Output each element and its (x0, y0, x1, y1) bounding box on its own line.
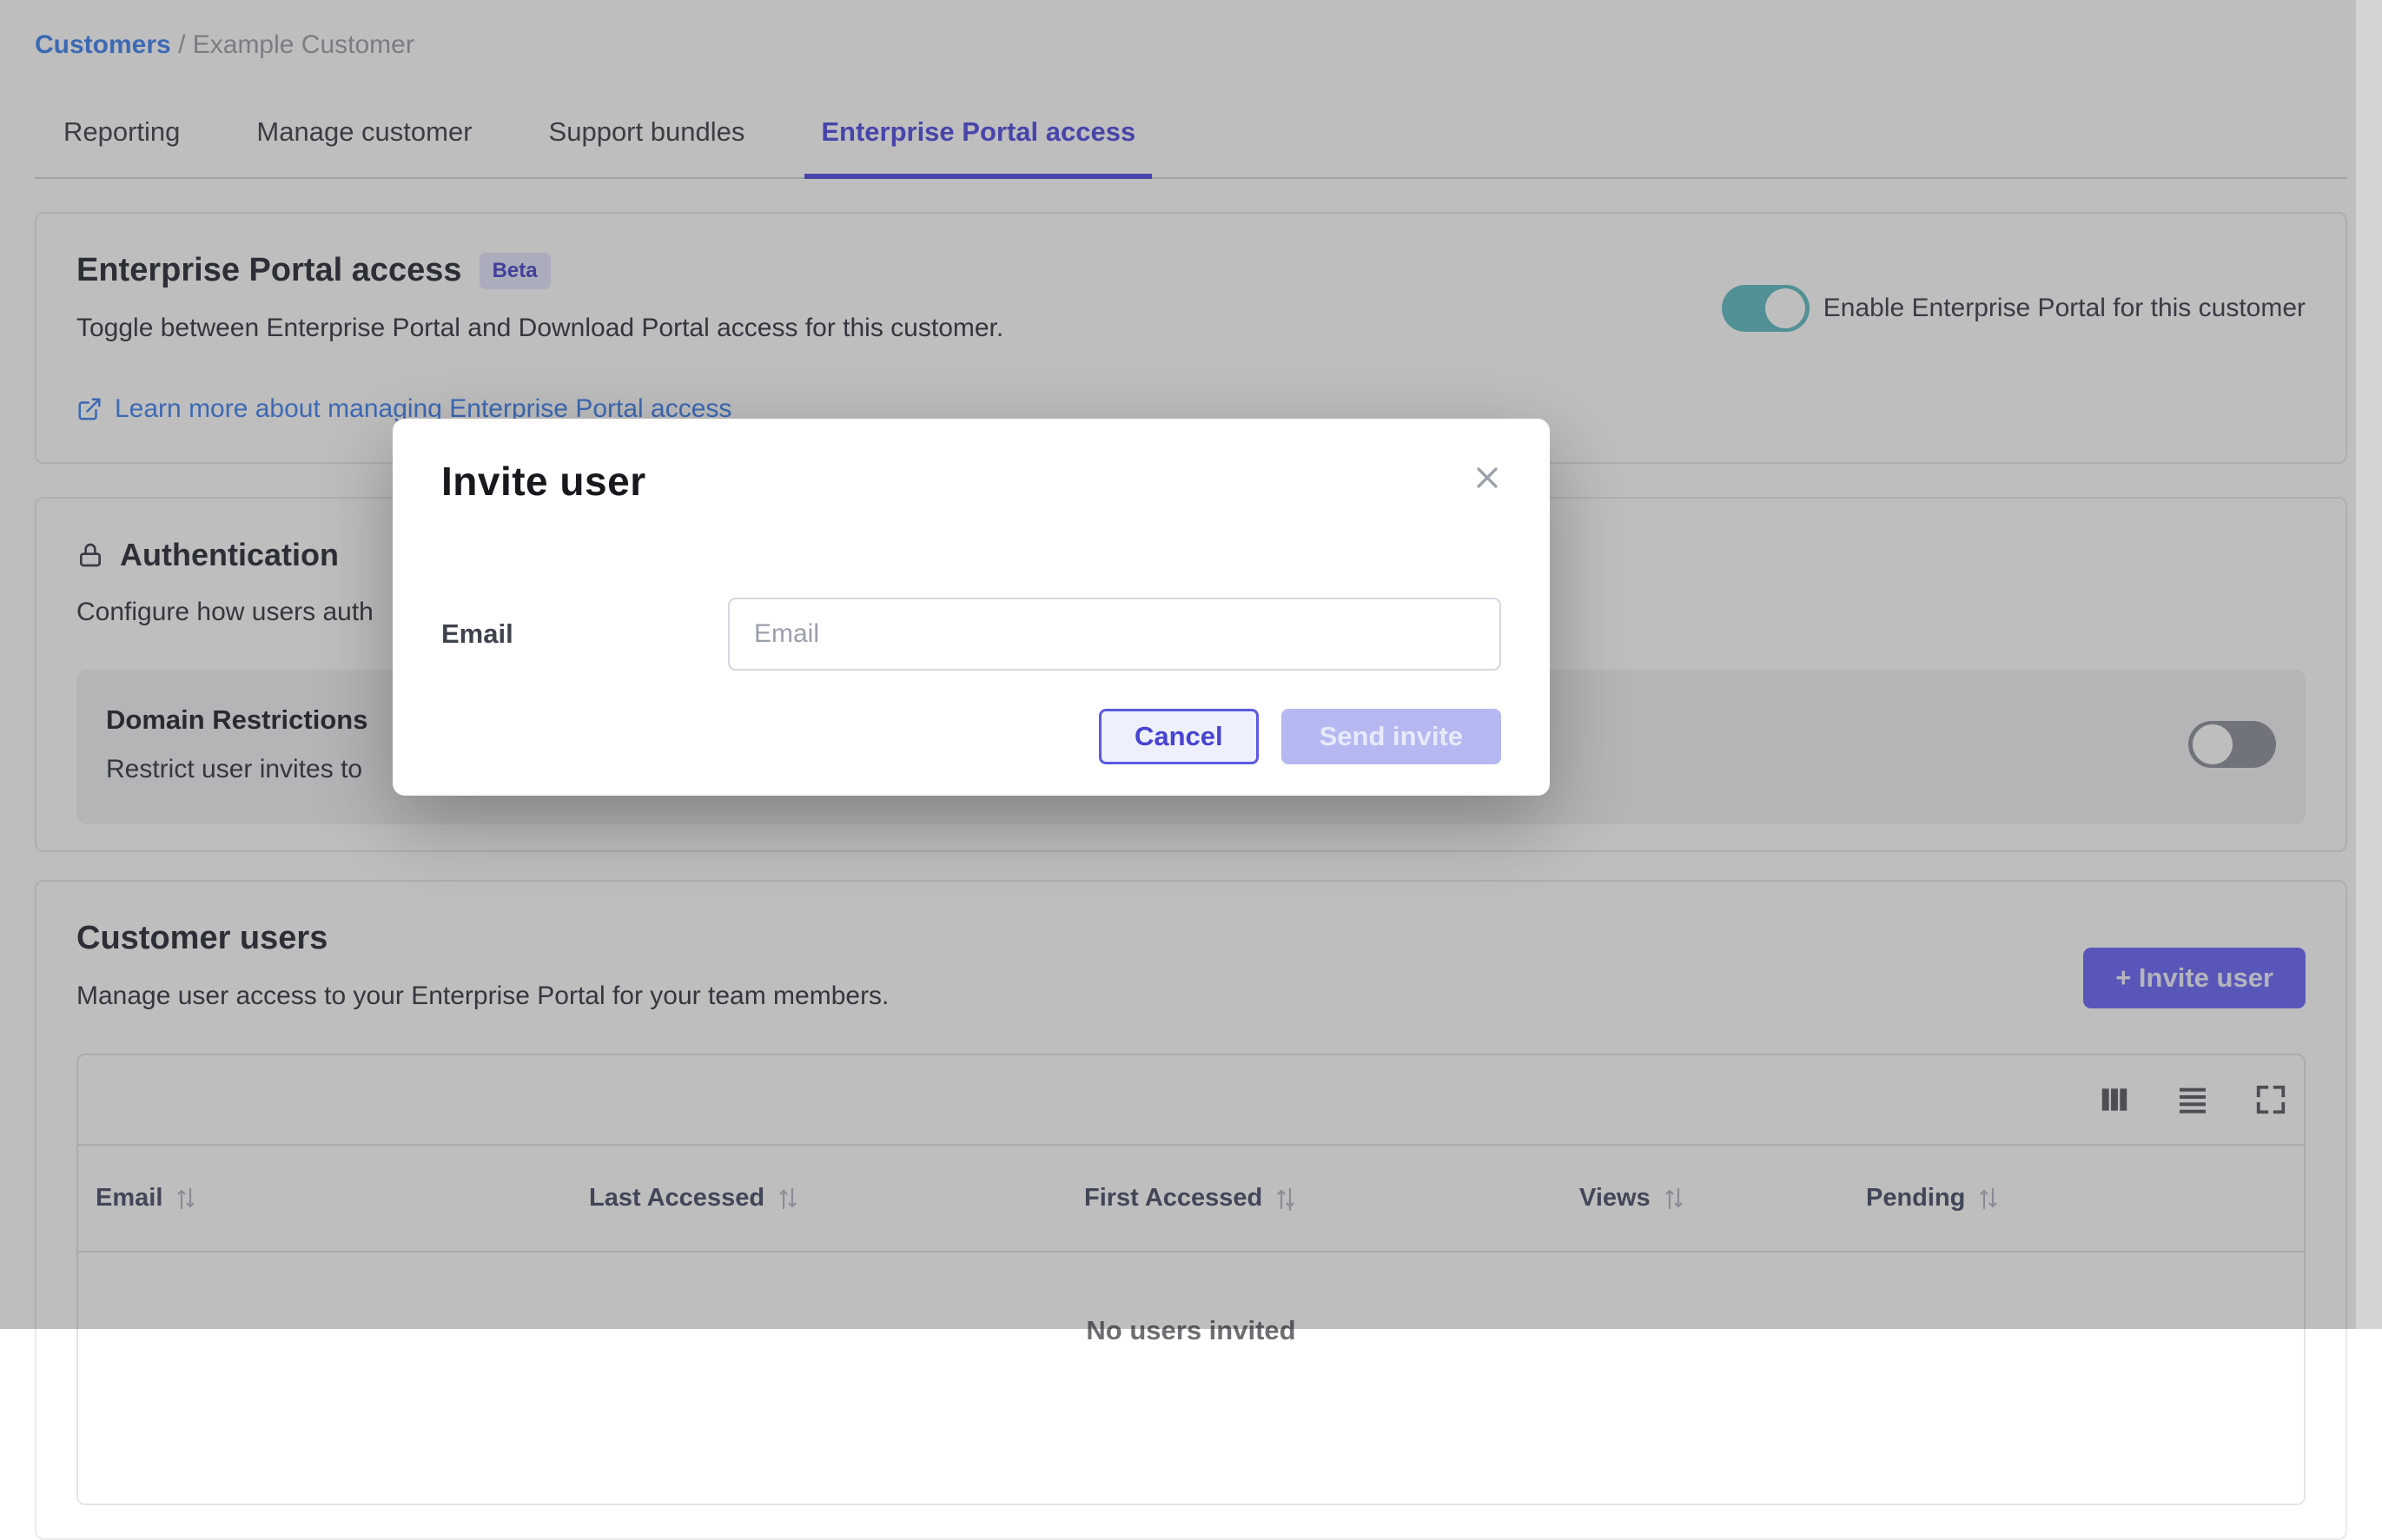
scrollbar[interactable] (2356, 0, 2382, 1329)
cancel-button[interactable]: Cancel (1099, 709, 1259, 764)
send-invite-button[interactable]: Send invite (1281, 709, 1501, 764)
close-icon[interactable] (1470, 460, 1505, 495)
modal-actions: Cancel Send invite (441, 709, 1501, 764)
email-label: Email (441, 618, 728, 650)
modal-title: Invite user (441, 457, 1501, 506)
invite-user-modal: Invite user Email Cancel Send invite (393, 419, 1550, 796)
email-field[interactable] (728, 598, 1501, 671)
email-form-row: Email (441, 598, 1501, 671)
